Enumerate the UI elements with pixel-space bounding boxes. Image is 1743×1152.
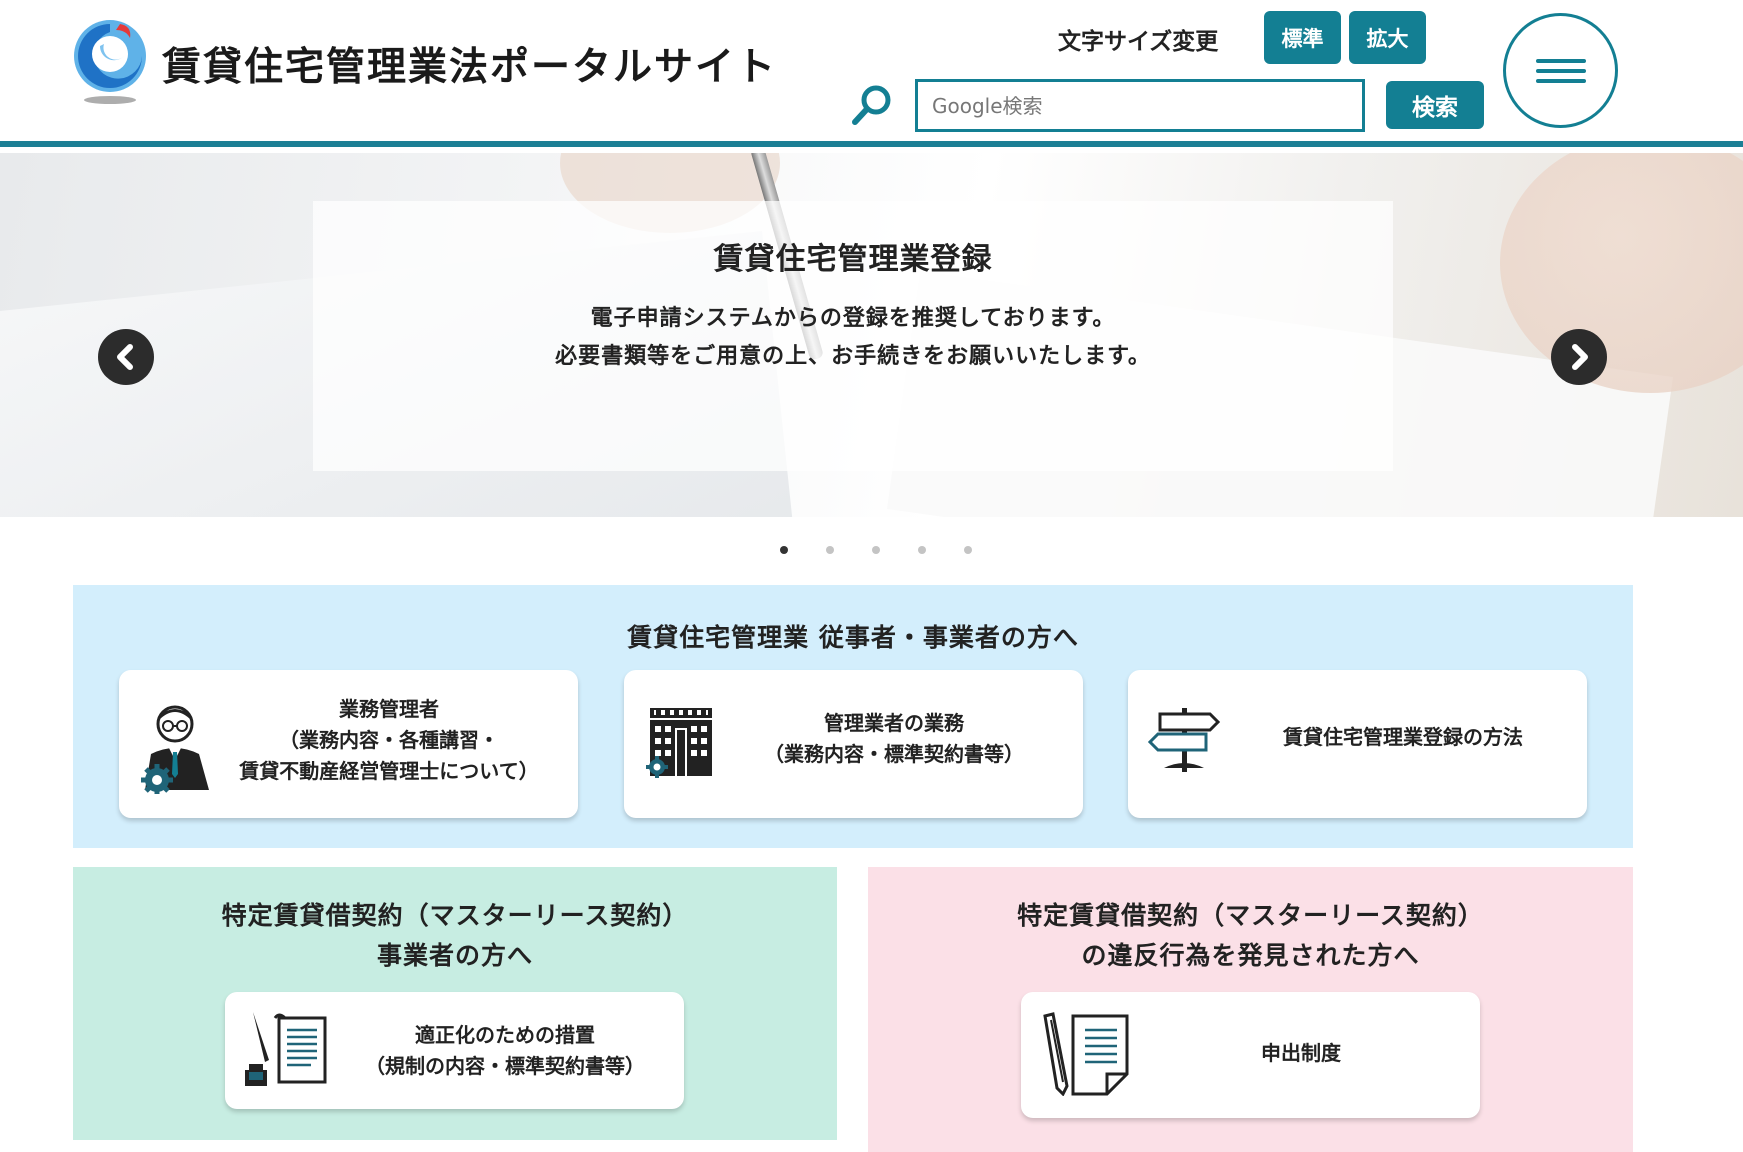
card-text: 業務管理者 （業務内容・各種講習・ 賃貸不動産経営管理士について） (219, 694, 559, 787)
carousel-pagination (0, 546, 1743, 554)
card-text: 管理業者の業務 （業務内容・標準契約書等） (724, 708, 1064, 770)
font-size-large-button[interactable]: 拡大 (1349, 11, 1426, 64)
card-management-business[interactable]: 管理業者の業務 （業務内容・標準契約書等） (624, 670, 1083, 818)
section-title: 賃貸住宅管理業 従事者・事業者の方へ (627, 623, 1079, 652)
hero-text-line: 電子申請システムからの登録を推奨しております。 (590, 306, 1116, 331)
pencil-document-icon (1041, 1012, 1131, 1100)
business-operators-section: 賃貸住宅管理業 従事者・事業者の方へ 業務管理者 （業務内容・各種講習・ 賃貸不… (73, 585, 1633, 848)
card-report-system[interactable]: 申出制度 (1021, 992, 1480, 1118)
card-text: 申出制度 (1261, 1041, 1341, 1065)
card-text: 賃貸住宅管理業登録の方法 (1283, 725, 1523, 749)
section-title-line: 事業者の方へ (376, 941, 533, 970)
card-text-line: 適正化のための措置 (415, 1023, 595, 1047)
section-title-line: 特定賃貸借契約（マスターリース契約） (1017, 901, 1484, 930)
hero-text-panel[interactable]: 賃貸住宅管理業登録 電子申請システムからの登録を推奨しております。 必要書類等を… (313, 201, 1393, 471)
menu-line (1535, 68, 1586, 73)
hero-text-line: 必要書類等をご用意の上、お手続きをお願いいたします。 (555, 344, 1151, 369)
building-gear-icon (646, 706, 716, 782)
hero-title: 賃貸住宅管理業登録 (713, 242, 993, 277)
section-title: 特定賃貸借契約（マスターリース契約） 事業者の方へ (73, 896, 837, 976)
chevron-left-icon[interactable] (98, 329, 154, 385)
pen-ink-document-icon (245, 1010, 331, 1092)
manager-person-gear-icon (139, 702, 211, 798)
mlit-logo-icon[interactable] (70, 16, 150, 106)
menu-line (1535, 58, 1586, 63)
menu-line (1535, 78, 1586, 83)
search-input[interactable] (915, 79, 1365, 132)
search-button[interactable]: 検索 (1386, 81, 1484, 129)
carousel-dot-1[interactable] (779, 546, 788, 554)
section-title-line: の違反行為を発見された方へ (1081, 941, 1420, 970)
hero-description: 電子申請システムからの登録を推奨しております。 必要書類等をご用意の上、お手続き… (313, 300, 1393, 376)
search-icon (850, 84, 894, 128)
master-lease-operators-section: 特定賃貸借契約（マスターリース契約） 事業者の方へ 適正化のための措置 （規制の… (73, 867, 837, 1140)
section-title: 特定賃貸借契約（マスターリース契約） の違反行為を発見された方へ (868, 896, 1633, 976)
carousel-dot-3[interactable] (871, 546, 880, 554)
card-text-line: （業務内容・標準契約書等） (764, 742, 1024, 766)
card-business-manager[interactable]: 業務管理者 （業務内容・各種講習・ 賃貸不動産経営管理士について） (119, 670, 578, 818)
card-text-line: 業務管理者 (339, 697, 439, 721)
carousel-dot-4[interactable] (917, 546, 926, 554)
font-size-standard-button[interactable]: 標準 (1264, 11, 1341, 64)
font-size-label: 文字サイズ変更 (1058, 29, 1219, 55)
card-text: 適正化のための措置 （規制の内容・標準契約書等） (340, 1020, 670, 1082)
section-title-line: 特定賃貸借契約（マスターリース契約） (221, 901, 689, 930)
card-text-line: 管理業者の業務 (824, 711, 964, 735)
card-appropriate-measures[interactable]: 適正化のための措置 （規制の内容・標準契約書等） (225, 992, 684, 1109)
hero-carousel: 賃貸住宅管理業登録 電子申請システムからの登録を推奨しております。 必要書類等を… (0, 153, 1743, 517)
signpost-icon (1147, 706, 1222, 780)
card-registration-method[interactable]: 賃貸住宅管理業登録の方法 (1128, 670, 1587, 818)
card-text-line: （業務内容・各種講習・ (279, 728, 499, 752)
site-header: 賃貸住宅管理業法ポータルサイト 文字サイズ変更 標準 拡大 検索 (0, 0, 1743, 147)
carousel-dot-2[interactable] (825, 546, 834, 554)
card-text-line: 賃貸不動産経営管理士について） (239, 759, 539, 783)
chevron-right-icon[interactable] (1551, 329, 1607, 385)
site-title[interactable]: 賃貸住宅管理業法ポータルサイト (162, 36, 777, 92)
hamburger-menu-icon[interactable] (1503, 13, 1618, 128)
violation-report-section: 特定賃貸借契約（マスターリース契約） の違反行為を発見された方へ 申出制度 (868, 867, 1633, 1152)
carousel-dot-5[interactable] (963, 546, 972, 554)
card-text-line: （規制の内容・標準契約書等） (365, 1054, 645, 1078)
